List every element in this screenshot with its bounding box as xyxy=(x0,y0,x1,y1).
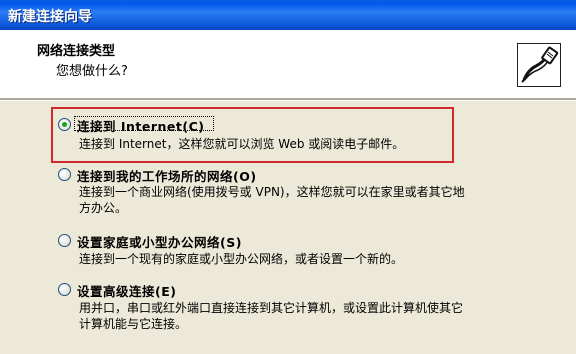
option-label: 设置家庭或小型办公网络(S) xyxy=(77,235,242,250)
radio-home-network[interactable] xyxy=(58,234,71,247)
option-label: 连接到我的工作场所的网络(O) xyxy=(77,169,257,184)
annotation-highlight-box xyxy=(51,107,454,163)
page-title: 网络连接类型 xyxy=(37,44,116,59)
option-description: 连接到一个现有的家庭或小型办公网络，或者设置一个新的。 xyxy=(79,252,404,266)
option-description: 计算机能与它连接。 xyxy=(79,317,188,331)
option-description: 连接到一个商业网络(使用拨号或 VPN)，这样您就可以在家里或者其它地 xyxy=(79,185,465,199)
option-description: 用并口，串口或红外端口直接连接到其它计算机，或设置此计算机使其它 xyxy=(79,301,464,315)
option-label: 设置高级连接(E) xyxy=(77,284,177,299)
option-description: 方办公。 xyxy=(79,201,128,215)
radio-advanced-connection[interactable] xyxy=(58,283,71,296)
wizard-header: 网络连接类型 您想做什么? xyxy=(0,30,576,98)
page-subtitle: 您想做什么? xyxy=(56,64,128,79)
network-cable-icon xyxy=(517,43,561,87)
title-bar: 新建连接向导 xyxy=(0,0,576,30)
radio-connect-workplace[interactable] xyxy=(58,168,71,181)
window-title: 新建连接向导 xyxy=(8,9,92,25)
